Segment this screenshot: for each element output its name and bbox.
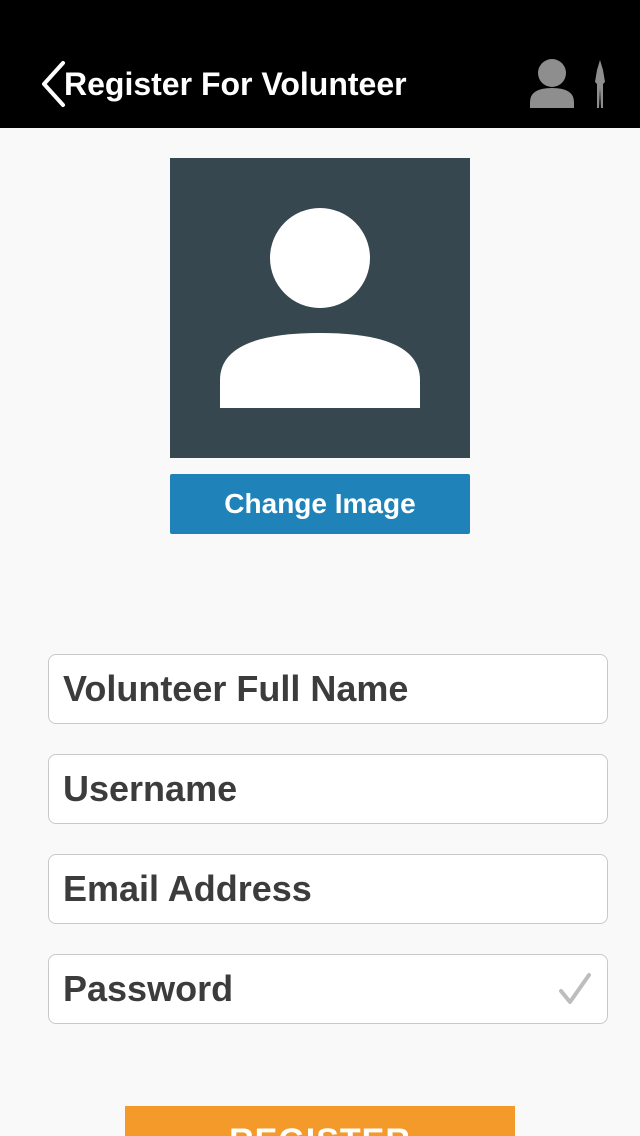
username-input[interactable]	[49, 755, 607, 823]
full-name-field	[48, 654, 608, 724]
password-input[interactable]	[49, 955, 607, 1023]
password-field	[48, 954, 608, 1024]
avatar	[170, 158, 470, 458]
nav-bar: Register For Volunteer	[0, 0, 640, 128]
register-button[interactable]: REGISTER	[125, 1106, 515, 1136]
register-volunteer-screen: Register For Volunteer Change Image Volu…	[0, 0, 640, 1136]
person-icon[interactable]	[528, 58, 576, 110]
back-button[interactable]	[40, 56, 66, 112]
page-title: Register For Volunteer	[64, 66, 407, 102]
change-image-button[interactable]: Change Image	[170, 474, 470, 534]
email-input[interactable]	[49, 855, 607, 923]
username-field	[48, 754, 608, 824]
full-name-input[interactable]	[49, 655, 607, 723]
avatar-placeholder-icon	[170, 158, 470, 458]
figure-icon[interactable]	[588, 58, 612, 110]
checkmark-icon	[557, 971, 593, 1007]
email-field	[48, 854, 608, 924]
chevron-left-icon	[40, 60, 66, 108]
